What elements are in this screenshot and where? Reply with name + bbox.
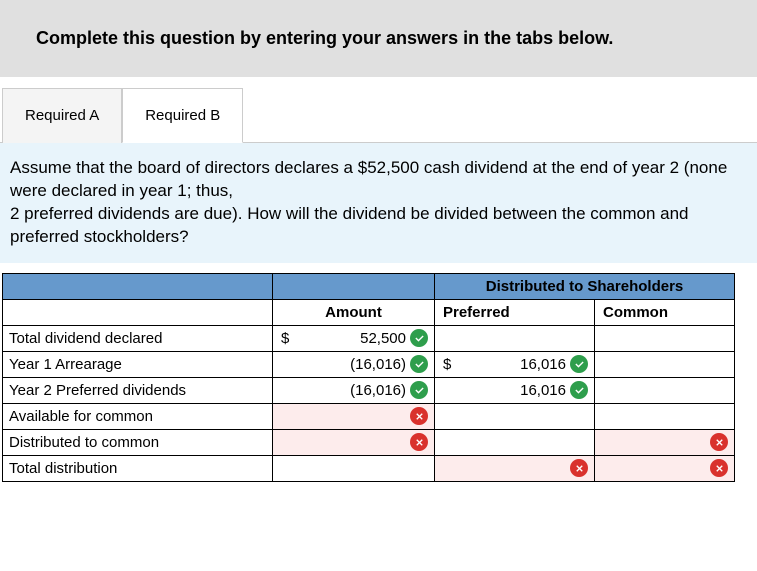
question-text: Assume that the board of directors decla… xyxy=(0,143,757,263)
cell-common xyxy=(595,403,735,429)
cross-icon xyxy=(710,433,728,451)
cross-icon xyxy=(570,459,588,477)
hdr-preferred: Preferred xyxy=(435,299,595,325)
table-row: Available for common xyxy=(3,403,735,429)
hdr-blank-amount xyxy=(273,273,435,299)
dollar-sign: $ xyxy=(279,330,289,347)
cell-preferred[interactable]: 16,016 xyxy=(435,377,595,403)
cell-value: 16,016 xyxy=(520,382,566,399)
cross-icon xyxy=(710,459,728,477)
cell-amount xyxy=(273,455,435,481)
cell-preferred xyxy=(435,325,595,351)
row-label: Total dividend declared xyxy=(3,325,273,351)
check-icon xyxy=(410,381,428,399)
cell-value: (16,016) xyxy=(350,382,406,399)
tabs: Required A Required B xyxy=(0,87,757,143)
hdr-amount: Amount xyxy=(273,299,435,325)
cell-value: (16,016) xyxy=(350,356,406,373)
cell-preferred[interactable]: $16,016 xyxy=(435,351,595,377)
cross-icon xyxy=(410,407,428,425)
row-label: Year 1 Arrearage xyxy=(3,351,273,377)
cell-amount[interactable] xyxy=(273,403,435,429)
cell-value: 52,500 xyxy=(360,330,406,347)
table-row: Total distribution xyxy=(3,455,735,481)
cell-value: 16,016 xyxy=(520,356,566,373)
cell-common xyxy=(595,351,735,377)
row-label: Available for common xyxy=(3,403,273,429)
cell-preferred xyxy=(435,403,595,429)
cell-common xyxy=(595,325,735,351)
check-icon xyxy=(570,381,588,399)
cell-common[interactable] xyxy=(595,455,735,481)
cell-preferred[interactable] xyxy=(435,455,595,481)
answer-table: Distributed to Shareholders Amount Prefe… xyxy=(2,273,735,482)
check-icon xyxy=(410,329,428,347)
hdr-blank2 xyxy=(3,299,273,325)
tab-required-a[interactable]: Required A xyxy=(2,88,122,143)
table-row: Year 2 Preferred dividends (16,016) 16,0… xyxy=(3,377,735,403)
dollar-sign: $ xyxy=(441,356,451,373)
instruction-banner: Complete this question by entering your … xyxy=(0,0,757,77)
table-row: Distributed to common xyxy=(3,429,735,455)
hdr-distributed: Distributed to Shareholders xyxy=(435,273,735,299)
row-label: Total distribution xyxy=(3,455,273,481)
hdr-blank xyxy=(3,273,273,299)
table-row: Year 1 Arrearage (16,016) $16,016 xyxy=(3,351,735,377)
cell-amount[interactable]: (16,016) xyxy=(273,377,435,403)
table-row: Total dividend declared $52,500 xyxy=(3,325,735,351)
page: Complete this question by entering your … xyxy=(0,0,757,482)
cell-amount[interactable]: (16,016) xyxy=(273,351,435,377)
row-label: Distributed to common xyxy=(3,429,273,455)
check-icon xyxy=(570,355,588,373)
cell-amount[interactable] xyxy=(273,429,435,455)
cell-amount[interactable]: $52,500 xyxy=(273,325,435,351)
tab-required-b[interactable]: Required B xyxy=(122,88,243,143)
hdr-common: Common xyxy=(595,299,735,325)
row-label: Year 2 Preferred dividends xyxy=(3,377,273,403)
check-icon xyxy=(410,355,428,373)
cross-icon xyxy=(410,433,428,451)
cell-common[interactable] xyxy=(595,429,735,455)
cell-common xyxy=(595,377,735,403)
cell-preferred xyxy=(435,429,595,455)
